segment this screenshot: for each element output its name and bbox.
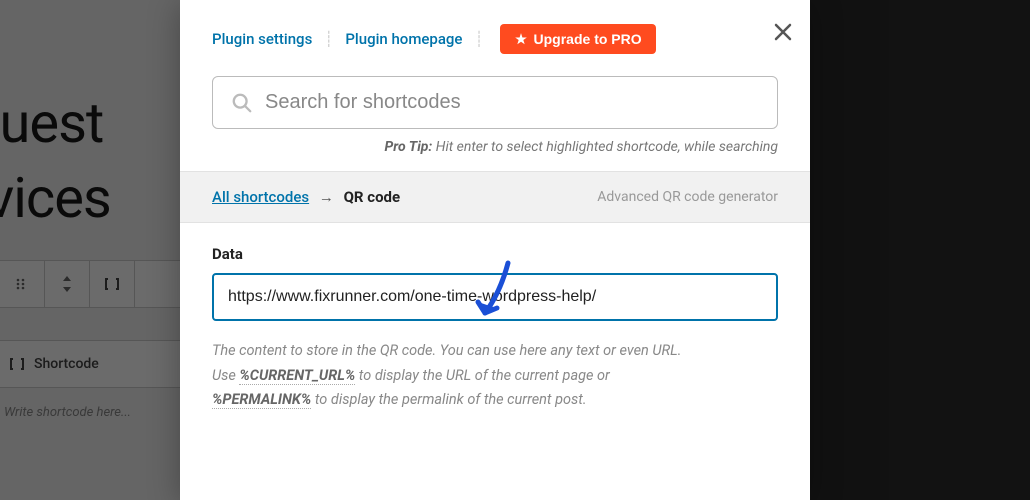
search-box[interactable] — [212, 76, 778, 129]
upgrade-pro-button[interactable]: Upgrade to PRO — [500, 24, 656, 54]
breadcrumb-current: QR code — [344, 188, 401, 206]
modal-header: Plugin settings ┊ Plugin homepage ┊ Upgr… — [180, 0, 810, 72]
form-section: Data The content to store in the QR code… — [180, 223, 810, 413]
help-text: The content to store in the QR code. You… — [212, 339, 778, 413]
permalink-token: %PERMALINK% — [212, 391, 311, 409]
breadcrumb-arrow-icon: → — [319, 188, 334, 206]
pro-tip-text: Pro Tip: Hit enter to select highlighted… — [180, 129, 810, 171]
link-divider: ┊ — [474, 30, 483, 48]
plugin-settings-link[interactable]: Plugin settings — [212, 30, 312, 48]
data-input[interactable] — [212, 273, 778, 321]
link-divider: ┊ — [324, 30, 333, 48]
help-line3: to display the permalink of the current … — [311, 391, 586, 408]
pro-tip-body: Hit enter to select highlighted shortcod… — [436, 139, 778, 155]
help-line2a: Use — [212, 367, 239, 384]
search-input[interactable] — [265, 91, 759, 114]
all-shortcodes-link[interactable]: All shortcodes — [212, 188, 309, 206]
search-icon — [231, 92, 253, 114]
upgrade-label: Upgrade to PRO — [534, 31, 642, 47]
breadcrumb-description: Advanced QR code generator — [597, 189, 778, 205]
shortcode-modal: Plugin settings ┊ Plugin homepage ┊ Upgr… — [180, 0, 810, 500]
plugin-homepage-link[interactable]: Plugin homepage — [345, 30, 462, 48]
help-line2b: to display the URL of the current page o… — [355, 367, 610, 384]
pro-tip-label: Pro Tip: — [385, 139, 433, 155]
star-icon — [514, 32, 528, 46]
breadcrumb: All shortcodes → QR code — [212, 188, 400, 206]
help-line1: The content to store in the QR code. You… — [212, 342, 681, 359]
breadcrumb-bar: All shortcodes → QR code Advanced QR cod… — [180, 171, 810, 223]
current-url-token: %CURRENT_URL% — [239, 367, 355, 385]
data-field-label: Data — [212, 245, 778, 263]
